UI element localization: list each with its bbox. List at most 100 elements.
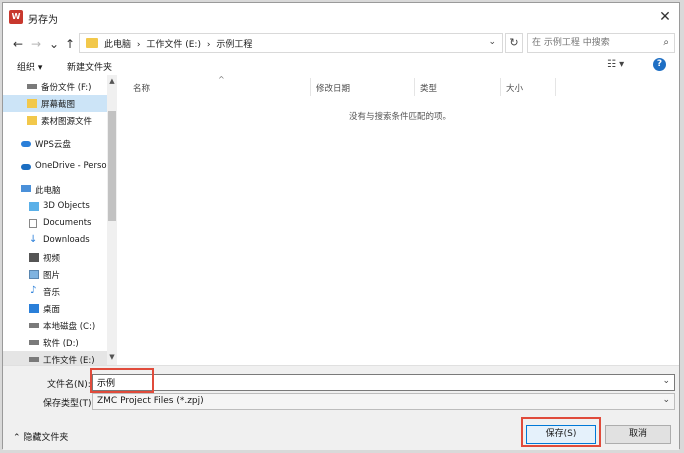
sidebar-item-label: 备份文件 (F:) — [41, 83, 92, 93]
sidebar-item-label: Documents — [43, 218, 92, 228]
breadcrumb-current-folder[interactable]: 示例工程 — [216, 40, 252, 50]
cloud-icon — [21, 141, 31, 147]
save-highlight-box — [521, 417, 601, 447]
video-icon — [29, 253, 39, 262]
filename-label: 文件名(N): — [47, 380, 91, 390]
sidebar-item-3d-objects[interactable]: 3D Objects — [3, 198, 107, 215]
app-icon: W — [9, 10, 23, 24]
drive-icon — [29, 357, 39, 362]
sidebar-item-label: 本地磁盘 (C:) — [43, 322, 96, 332]
column-header-type[interactable]: 类型 — [420, 82, 437, 94]
music-icon: ♪ — [30, 285, 37, 296]
navigation-pane: 备份文件 (F:) 屏幕截图 素材图源文件 WPS云盘 OneDrive - P… — [3, 75, 117, 365]
onedrive-icon — [21, 164, 31, 170]
column-divider[interactable] — [310, 78, 311, 96]
sidebar-item-desktop[interactable]: 桌面 — [3, 300, 107, 317]
sidebar-item-music[interactable]: ♪ 音乐 — [3, 283, 107, 300]
window-title: 另存为 — [28, 15, 58, 26]
cancel-button[interactable]: 取消 — [605, 425, 671, 444]
breadcrumb-separator: › — [136, 40, 141, 50]
forward-button[interactable]: → — [29, 37, 43, 51]
pc-icon — [21, 185, 31, 192]
view-options-button[interactable]: ☷ ▾ — [607, 59, 624, 70]
sidebar-item-drive-d[interactable]: 软件 (D:) — [3, 334, 107, 351]
search-input[interactable] — [532, 36, 650, 50]
command-bar: 组织 ▾ 新建文件夹 ☷ ▾ ? — [3, 57, 679, 75]
sidebar-item-videos[interactable]: 视频 — [3, 249, 107, 266]
save-options-panel: 文件名(N): ⌄ 保存类型(T): ZMC Project Files (*.… — [3, 365, 679, 450]
filetype-label: 保存类型(T): — [43, 399, 95, 409]
search-icon[interactable]: ⌕ — [663, 37, 669, 48]
column-header-size[interactable]: 大小 — [506, 82, 523, 94]
folder-icon — [27, 99, 37, 108]
save-as-dialog: W 另存为 ✕ ← → ⌄ ↑ 此电脑 › 工作文件 (E:) › 示例工程 ⌄… — [2, 2, 680, 450]
sidebar-item-downloads[interactable]: ↓ Downloads — [3, 232, 107, 249]
drive-icon — [29, 323, 39, 328]
file-list: ^ 名称 修改日期 类型 大小 没有与搜索条件匹配的项。 — [117, 75, 679, 365]
sidebar-item-label: WPS云盘 — [35, 140, 71, 150]
title-bar: W 另存为 ✕ — [3, 3, 679, 31]
up-button[interactable]: ↑ — [63, 37, 77, 51]
scroll-thumb[interactable] — [108, 111, 116, 221]
sidebar-item-label: 桌面 — [43, 305, 61, 315]
address-bar[interactable]: 此电脑 › 工作文件 (E:) › 示例工程 ⌄ — [79, 33, 503, 53]
sidebar-item-wps-cloud[interactable]: WPS云盘 — [3, 135, 107, 152]
sidebar-item-label: 此电脑 — [35, 186, 61, 196]
filetype-select[interactable]: ZMC Project Files (*.zpj) ⌄ — [92, 393, 675, 410]
filename-input[interactable] — [97, 376, 637, 389]
sidebar-item-backup-drive[interactable]: 备份文件 (F:) — [3, 78, 107, 95]
breadcrumb: 此电脑 › 工作文件 (E:) › 示例工程 — [104, 37, 255, 50]
desktop-icon — [29, 304, 39, 313]
sidebar-item-screenshots[interactable]: 屏幕截图 — [3, 95, 107, 112]
sidebar-item-label: 屏幕截图 — [41, 100, 76, 110]
refresh-button[interactable]: ↻ — [505, 33, 523, 53]
sidebar-item-label: 素材图源文件 — [41, 117, 93, 127]
column-divider[interactable] — [414, 78, 415, 96]
filetype-value: ZMC Project Files (*.zpj) — [97, 396, 204, 406]
column-divider[interactable] — [500, 78, 501, 96]
sidebar-item-documents[interactable]: Documents — [3, 215, 107, 232]
hide-folders-button[interactable]: ⌃ 隐藏文件夹 — [13, 430, 68, 443]
breadcrumb-drive-e[interactable]: 工作文件 (E:) — [146, 40, 201, 50]
sidebar-item-this-pc[interactable]: 此电脑 — [3, 181, 107, 198]
sidebar-item-label: OneDrive - Perso — [35, 161, 107, 171]
sort-indicator-icon: ^ — [218, 75, 225, 84]
filename-field[interactable]: ⌄ — [92, 374, 675, 391]
folder-icon — [27, 116, 37, 125]
search-box[interactable]: ⌕ — [527, 33, 675, 53]
help-icon[interactable]: ? — [653, 58, 666, 71]
filename-highlight-box — [90, 368, 154, 393]
sidebar-item-assets[interactable]: 素材图源文件 — [3, 112, 107, 129]
scroll-up-icon[interactable]: ▲ — [107, 77, 117, 87]
column-header-name[interactable]: 名称 — [133, 82, 150, 94]
breadcrumb-this-pc[interactable]: 此电脑 — [104, 40, 131, 50]
sidebar-item-label: 软件 (D:) — [43, 339, 79, 349]
navigation-scrollbar[interactable]: ▲ ▼ — [107, 75, 117, 365]
picture-icon — [29, 270, 39, 279]
filetype-dropdown-icon[interactable]: ⌄ — [662, 395, 670, 405]
folder-icon — [86, 38, 98, 48]
close-icon[interactable]: ✕ — [651, 3, 679, 31]
empty-message: 没有与搜索条件匹配的项。 — [349, 112, 452, 122]
cube-icon — [29, 202, 39, 211]
address-dropdown-icon[interactable]: ⌄ — [488, 37, 496, 47]
sidebar-item-onedrive[interactable]: OneDrive - Perso — [3, 158, 107, 175]
sidebar-item-label: 图片 — [43, 271, 61, 281]
recent-locations-button[interactable]: ⌄ — [47, 37, 61, 51]
drive-icon — [29, 340, 39, 345]
drive-icon — [27, 84, 37, 89]
scroll-down-icon[interactable]: ▼ — [107, 353, 117, 363]
sidebar-item-pictures[interactable]: 图片 — [3, 266, 107, 283]
sidebar-item-drive-c[interactable]: 本地磁盘 (C:) — [3, 317, 107, 334]
sidebar-item-label: 3D Objects — [43, 201, 90, 211]
column-divider[interactable] — [555, 78, 556, 96]
breadcrumb-separator: › — [206, 40, 211, 50]
column-header-modified[interactable]: 修改日期 — [316, 82, 350, 94]
sidebar-item-label: 工作文件 (E:) — [43, 356, 95, 365]
filename-dropdown-icon[interactable]: ⌄ — [662, 376, 670, 386]
sidebar-item-drive-e[interactable]: 工作文件 (E:) — [3, 351, 107, 365]
back-button[interactable]: ← — [11, 37, 25, 51]
new-folder-button[interactable]: 新建文件夹 — [67, 60, 112, 73]
sidebar-item-label: 视频 — [43, 254, 61, 264]
organize-menu[interactable]: 组织 ▾ — [17, 60, 42, 73]
